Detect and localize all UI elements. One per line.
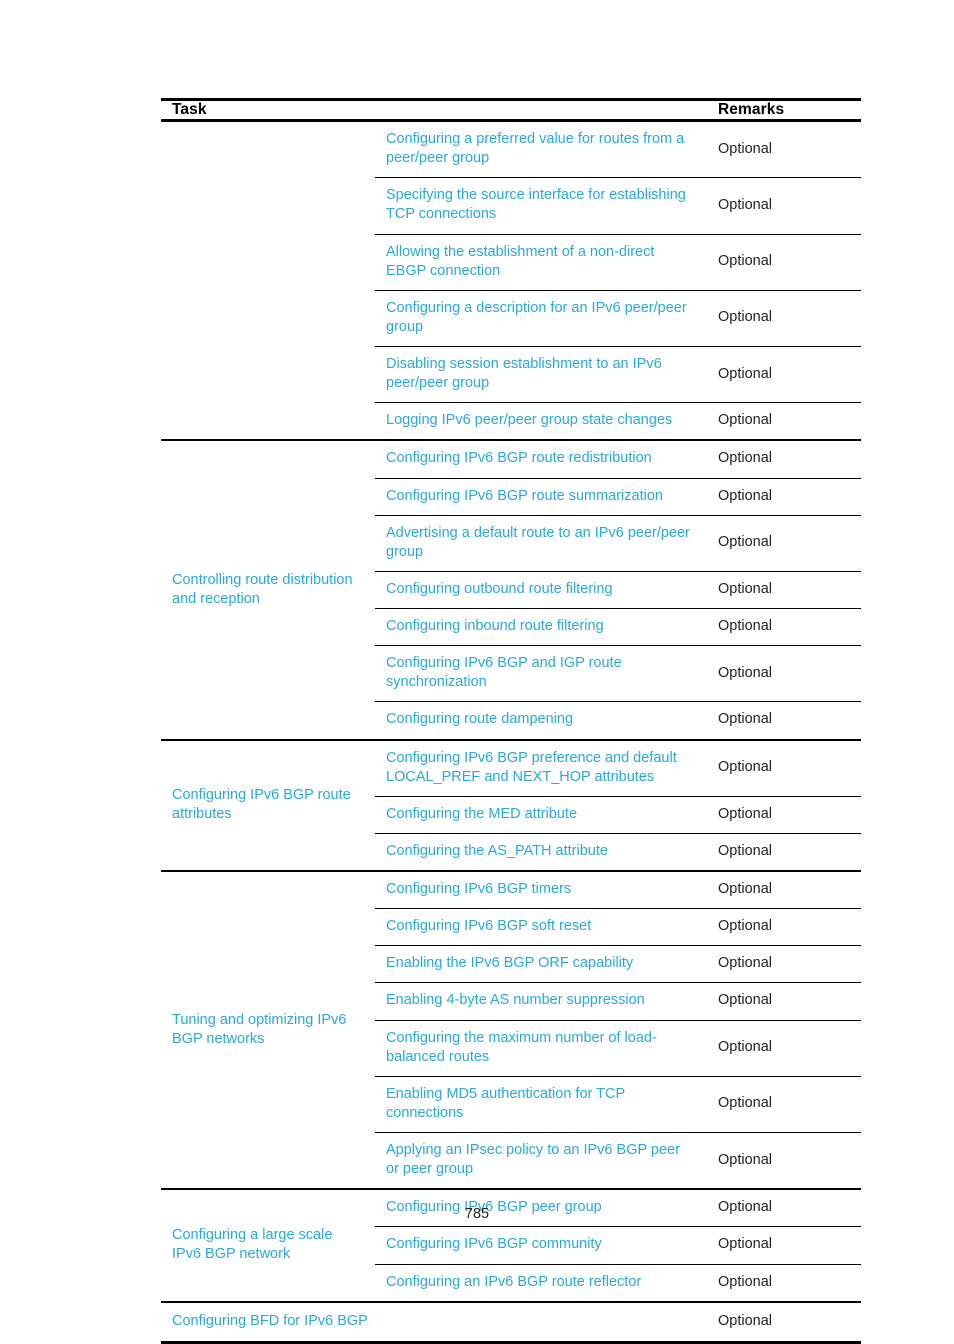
table-row: Configuring IPv6 BGP route attributes Con…: [161, 739, 861, 822]
task-remark: Optional: [718, 1312, 773, 1329]
task-link[interactable]: Configuring a description for an IPv6 pe…: [375, 290, 707, 348]
task-link[interactable]: Configuring route dampening: [375, 702, 707, 739]
task-link[interactable]: Configuring IPv6 BGP route redistributio…: [375, 440, 707, 479]
task-link[interactable]: Configuring IPv6 BGP community: [375, 1226, 707, 1265]
task-link[interactable]: Enabling MD5 authentication for TCP conn…: [375, 1076, 707, 1134]
task-remark: Optional: [707, 234, 861, 291]
task-link[interactable]: Advertising a default route to an IPv6 p…: [375, 515, 707, 572]
task-link[interactable]: Configuring the maximum number of load-b…: [375, 1020, 707, 1077]
task-remark: Optional: [707, 945, 861, 984]
task-group-label[interactable]: Tuning and optimizing IPv6 BGP networks: [161, 871, 375, 1188]
task-link[interactable]: Configuring IPv6 BGP soft reset: [375, 908, 707, 947]
task-link[interactable]: Specifying the source interface for esta…: [375, 177, 707, 235]
table-row: Configuring BFD for IPv6 BGP Optional: [161, 1302, 861, 1341]
task-group-label[interactable]: Controlling route distribution and recep…: [161, 440, 375, 738]
task-link[interactable]: Allowing the establishment of a non-dire…: [375, 234, 707, 291]
task-remark: Optional: [707, 908, 861, 947]
task-link[interactable]: Configuring IPv6 BGP preference and defa…: [375, 739, 707, 797]
table-header-row: Task Remarks: [161, 98, 861, 122]
task-remark: Optional: [718, 1273, 773, 1290]
task-remark: Optional: [707, 177, 861, 235]
task-link[interactable]: Enabling 4-byte AS number suppression: [375, 982, 707, 1021]
column-header-remarks: Remarks: [707, 98, 861, 122]
task-remark: Optional: [707, 739, 861, 797]
table-row: Controlling route distribution and recep…: [161, 440, 861, 607]
task-remark: Optional: [707, 1020, 861, 1077]
task-remark: Optional: [707, 120, 861, 179]
task-link[interactable]: Configuring the AS_PATH attribute: [375, 833, 707, 870]
task-remark: Optional: [718, 1151, 773, 1168]
task-link[interactable]: Enabling the IPv6 BGP ORF capability: [375, 945, 707, 984]
task-link[interactable]: Configuring outbound route filtering: [375, 571, 707, 610]
task-group-label[interactable]: Configuring IPv6 BGP route attributes: [161, 740, 375, 871]
task-link[interactable]: Disabling session establishment to an IP…: [375, 346, 707, 404]
task-link[interactable]: Configuring IPv6 BGP route summarization: [375, 478, 707, 516]
page-number: 785: [464, 1206, 490, 1222]
task-link[interactable]: Configuring the MED attribute: [375, 796, 707, 834]
task-remark: Optional: [707, 571, 861, 610]
task-remark: Optional: [707, 346, 861, 404]
table-row: Configuring a preferred value for routes…: [161, 120, 861, 179]
task-remark: Optional: [718, 842, 773, 859]
task-remark: Optional: [718, 711, 773, 728]
task-remark: Optional: [718, 412, 773, 429]
task-remark: Optional: [707, 440, 861, 479]
column-header-task: Task: [161, 98, 707, 122]
task-remark: Optional: [707, 796, 861, 834]
task-link[interactable]: Applying an IPsec policy to an IPv6 BGP …: [375, 1133, 707, 1189]
task-remark: Optional: [707, 1076, 861, 1134]
table-header: Task Remarks: [161, 98, 861, 122]
task-link[interactable]: Configuring an IPv6 BGP route reflector: [375, 1264, 707, 1301]
task-link[interactable]: Configuring BFD for IPv6 BGP: [161, 1302, 707, 1341]
table-body: Configuring a preferred value for routes…: [161, 120, 861, 1344]
document-page: Task Remarks Configuring a preferred val…: [0, 0, 954, 1344]
task-link[interactable]: Configuring IPv6 BGP and IGP route synch…: [375, 645, 707, 703]
task-remark: Optional: [707, 608, 861, 647]
table-bottom-rule-cell: [161, 1340, 861, 1344]
task-link[interactable]: Logging IPv6 peer/peer group state chang…: [375, 403, 707, 440]
task-remark: Optional: [707, 478, 861, 516]
task-remark: Optional: [707, 871, 861, 910]
task-remark: Optional: [707, 290, 861, 348]
task-remark: Optional: [707, 515, 861, 572]
table-row: Tuning and optimizing IPv6 BGP networks C…: [161, 871, 861, 1047]
task-remark: Optional: [707, 982, 861, 1021]
task-group-label: [161, 121, 375, 440]
task-list-table: Task Remarks Configuring a preferred val…: [161, 98, 861, 1344]
task-remark: Optional: [707, 645, 861, 703]
task-remark: Optional: [707, 1226, 861, 1265]
table-bottom-rule: [161, 1340, 861, 1344]
task-link[interactable]: Configuring IPv6 BGP timers: [375, 871, 707, 910]
task-link[interactable]: Configuring a preferred value for routes…: [375, 120, 707, 179]
task-link[interactable]: Configuring inbound route filtering: [375, 608, 707, 647]
